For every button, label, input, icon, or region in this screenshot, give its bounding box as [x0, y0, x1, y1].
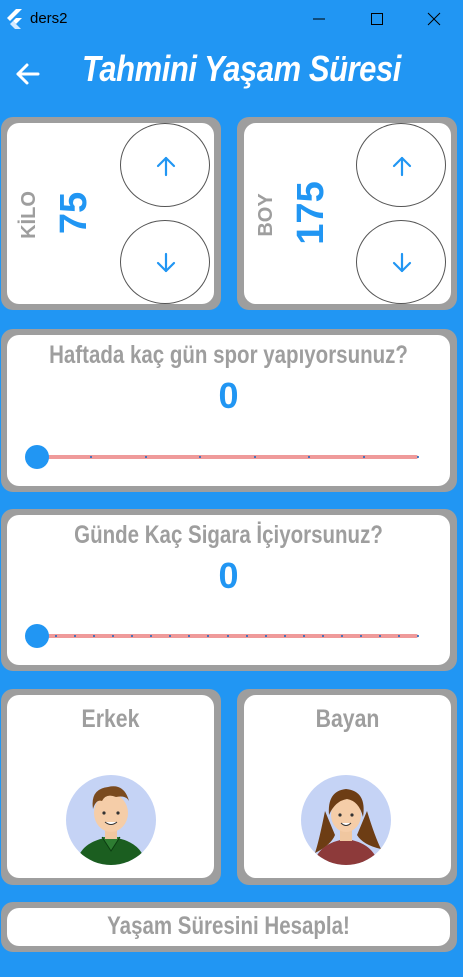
slider-tick	[321, 635, 324, 637]
flutter-logo-icon	[7, 9, 22, 29]
arrow-down-icon	[392, 252, 412, 273]
slider-tick	[417, 635, 419, 637]
male-label: Erkek	[81, 705, 140, 733]
arrow-down-icon	[156, 252, 176, 273]
smoke-question: Günde Kaç Sigara İçiyorsunuz?	[74, 521, 383, 549]
back-button[interactable]	[10, 56, 46, 92]
app-bar: Tahmini Yaşam Süresi	[0, 38, 463, 110]
weight-decrease-button[interactable]	[120, 220, 210, 304]
minimize-button[interactable]	[290, 0, 348, 38]
slider-tick	[245, 635, 248, 637]
female-avatar-icon	[313, 789, 381, 865]
height-value: 175	[290, 181, 332, 245]
sport-value: 0	[218, 375, 239, 416]
slider-tick	[253, 456, 256, 458]
height-increase-button[interactable]	[356, 123, 446, 207]
close-button[interactable]	[405, 0, 463, 38]
weight-label: KİLO	[18, 191, 40, 239]
slider-tick	[359, 635, 362, 637]
slider-tick	[283, 635, 286, 637]
minimize-icon	[313, 18, 325, 20]
height-decrease-button[interactable]	[356, 220, 446, 304]
slider-tick	[417, 456, 419, 458]
sport-question: Haftada kaç gün spor yapıyorsunuz?	[49, 341, 408, 369]
female-avatar	[301, 775, 391, 865]
slider-tick	[340, 635, 343, 637]
window-title: ders2	[30, 10, 68, 27]
male-avatar-icon	[76, 786, 146, 865]
slider-tick	[378, 635, 381, 637]
slider-tick	[362, 456, 365, 458]
slider-thumb[interactable]	[25, 624, 49, 648]
smoke-value: 0	[218, 555, 239, 596]
arrow-left-icon	[16, 63, 40, 85]
slider-tick	[226, 635, 229, 637]
arrow-up-icon	[392, 156, 412, 177]
slider-tick	[397, 635, 400, 637]
slider-tick	[264, 635, 267, 637]
close-icon	[427, 12, 441, 26]
slider-tick	[302, 635, 305, 637]
calculate-label: Yaşam Süresini Hesapla!	[107, 912, 350, 940]
maximize-icon	[371, 13, 383, 25]
slider-tick	[144, 456, 147, 458]
slider-track	[37, 455, 418, 459]
page-title: Tahmini Yaşam Süresi	[82, 48, 401, 89]
male-avatar	[66, 775, 156, 865]
window-titlebar: ders2	[0, 0, 463, 38]
weight-increase-button[interactable]	[120, 123, 210, 207]
smoke-slider[interactable]	[25, 624, 419, 648]
female-label: Bayan	[315, 705, 380, 733]
height-label: BOY	[255, 193, 277, 237]
sport-slider[interactable]	[25, 445, 419, 469]
maximize-button[interactable]	[348, 0, 406, 38]
arrow-up-icon	[156, 156, 176, 177]
slider-thumb[interactable]	[25, 445, 49, 469]
weight-value: 75	[53, 191, 95, 235]
